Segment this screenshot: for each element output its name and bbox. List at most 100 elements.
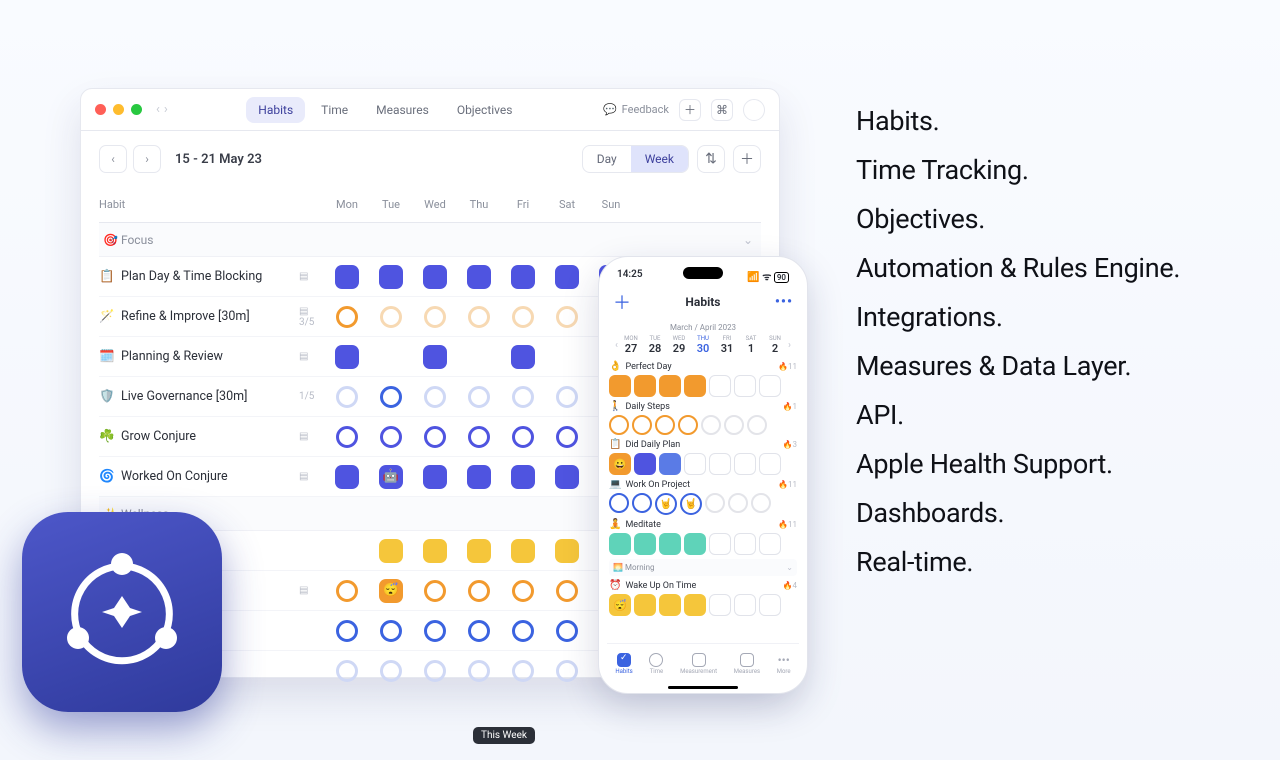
habit-cell[interactable] — [457, 579, 501, 603]
prev-week-button[interactable]: ‹ — [99, 145, 127, 173]
habit-cell[interactable] — [325, 465, 369, 489]
habit-cell[interactable] — [369, 660, 413, 682]
habit-cell[interactable] — [501, 386, 545, 408]
zoom-icon[interactable] — [131, 104, 142, 115]
habit-cell[interactable] — [545, 465, 589, 489]
habit-cell[interactable] — [501, 579, 545, 603]
minimize-icon[interactable] — [113, 104, 124, 115]
close-icon[interactable] — [95, 104, 106, 115]
habit-cell[interactable] — [545, 306, 589, 328]
habit-cell[interactable] — [413, 265, 457, 289]
habit-cell[interactable] — [501, 620, 545, 642]
phone-day[interactable]: WED29 — [668, 335, 690, 355]
habit-cell[interactable] — [457, 345, 501, 369]
habit-cell[interactable] — [413, 345, 457, 369]
habit-cell[interactable] — [545, 386, 589, 408]
habit-cell[interactable] — [325, 660, 369, 682]
habit-cell[interactable] — [413, 426, 457, 448]
tab-more[interactable]: •••More — [777, 653, 791, 675]
phone-habit[interactable]: 🚶Daily Steps🔥1 — [609, 401, 797, 435]
view-day[interactable]: Day — [583, 146, 631, 172]
habit-cell[interactable] — [413, 386, 457, 408]
tab-habits[interactable]: Habits — [615, 653, 632, 675]
habit-cell[interactable] — [325, 426, 369, 448]
feedback-button[interactable]: 💬 Feedback — [603, 103, 669, 116]
habit-cell[interactable] — [457, 386, 501, 408]
habit-cell[interactable] — [325, 539, 369, 563]
history-nav[interactable]: ‹ › — [156, 102, 168, 117]
next-icon[interactable]: › — [788, 340, 791, 351]
habit-cell[interactable] — [457, 539, 501, 563]
prev-icon[interactable]: ‹ — [615, 340, 618, 351]
habit-cell[interactable] — [501, 426, 545, 448]
view-week[interactable]: Week — [631, 146, 688, 172]
tab-measures[interactable]: Measures — [364, 97, 441, 123]
tab-habits[interactable]: Habits — [246, 97, 305, 123]
habit-cell[interactable] — [501, 345, 545, 369]
habit-cell[interactable] — [545, 660, 589, 682]
habit-cell[interactable] — [413, 579, 457, 603]
phone-day[interactable]: TUE28 — [644, 335, 666, 355]
habit-cell[interactable] — [325, 620, 369, 642]
habit-cell[interactable] — [325, 579, 369, 603]
habit-cell[interactable] — [325, 265, 369, 289]
habit-cell[interactable] — [545, 539, 589, 563]
habit-cell[interactable] — [457, 426, 501, 448]
habit-cell[interactable] — [413, 539, 457, 563]
back-icon[interactable]: ‹ — [156, 102, 160, 117]
habit-cell[interactable] — [413, 306, 457, 328]
phone-day[interactable]: SAT1 — [740, 335, 762, 355]
habit-cell[interactable] — [369, 265, 413, 289]
phone-habit[interactable]: ⏰Wake Up On Time🔥4 😴 — [609, 580, 797, 616]
window-controls[interactable] — [95, 104, 142, 115]
phone-habit[interactable]: 👌Perfect Day🔥11 — [609, 361, 797, 397]
habit-cell[interactable] — [545, 579, 589, 603]
phone-habit[interactable]: 🧘Meditate🔥11 — [609, 519, 797, 555]
habit-cell[interactable] — [457, 265, 501, 289]
tab-time[interactable]: Time — [649, 653, 663, 675]
phone-day-today[interactable]: THU30 — [692, 335, 714, 355]
add-button[interactable]: ＋ — [679, 99, 701, 121]
habit-cell[interactable] — [545, 345, 589, 369]
habit-cell[interactable] — [501, 465, 545, 489]
habit-cell[interactable] — [413, 465, 457, 489]
habit-cell[interactable] — [501, 539, 545, 563]
habit-cell[interactable] — [457, 465, 501, 489]
habit-cell[interactable] — [545, 426, 589, 448]
habit-cell[interactable] — [501, 306, 545, 328]
habit-cell[interactable] — [369, 386, 413, 408]
habit-cell[interactable] — [545, 620, 589, 642]
habit-cell[interactable] — [369, 306, 413, 328]
habit-cell[interactable] — [457, 620, 501, 642]
habit-cell[interactable] — [413, 620, 457, 642]
more-icon[interactable]: ••• — [775, 294, 793, 310]
habit-cell[interactable] — [369, 620, 413, 642]
tab-measurement[interactable]: Measurement — [680, 653, 717, 675]
forward-icon[interactable]: › — [164, 102, 168, 117]
add-button[interactable]: ＋ — [613, 289, 631, 315]
habit-cell[interactable]: 🤖 — [369, 465, 413, 489]
habit-cell[interactable] — [457, 660, 501, 682]
habit-cell[interactable] — [325, 345, 369, 369]
habit-cell[interactable] — [501, 660, 545, 682]
console-button[interactable]: ⌘ — [711, 99, 733, 121]
phone-day[interactable]: MON27 — [620, 335, 642, 355]
habit-cell[interactable] — [413, 660, 457, 682]
phone-habit[interactable]: 💻Work On Project🔥11 🤘🤘 — [609, 479, 797, 515]
habit-cell[interactable] — [325, 306, 369, 328]
phone-habit[interactable]: 📋Did Daily Plan🔥3 😀 — [609, 439, 797, 475]
group-focus[interactable]: 🎯 Focus ⌄ — [99, 223, 761, 257]
profile-avatar[interactable] — [743, 99, 765, 121]
habit-cell[interactable] — [369, 539, 413, 563]
tab-time[interactable]: Time — [309, 97, 360, 123]
phone-day[interactable]: FRI31 — [716, 335, 738, 355]
habit-cell[interactable] — [369, 345, 413, 369]
habit-cell[interactable] — [501, 265, 545, 289]
tab-measures[interactable]: Measures — [734, 653, 760, 675]
filter-button[interactable]: ⇅ — [697, 145, 725, 173]
habit-cell[interactable] — [545, 265, 589, 289]
habit-cell[interactable]: 😴 — [369, 579, 413, 603]
tab-objectives[interactable]: Objectives — [445, 97, 525, 123]
view-segment[interactable]: Day Week — [582, 145, 689, 173]
habit-cell[interactable] — [457, 306, 501, 328]
